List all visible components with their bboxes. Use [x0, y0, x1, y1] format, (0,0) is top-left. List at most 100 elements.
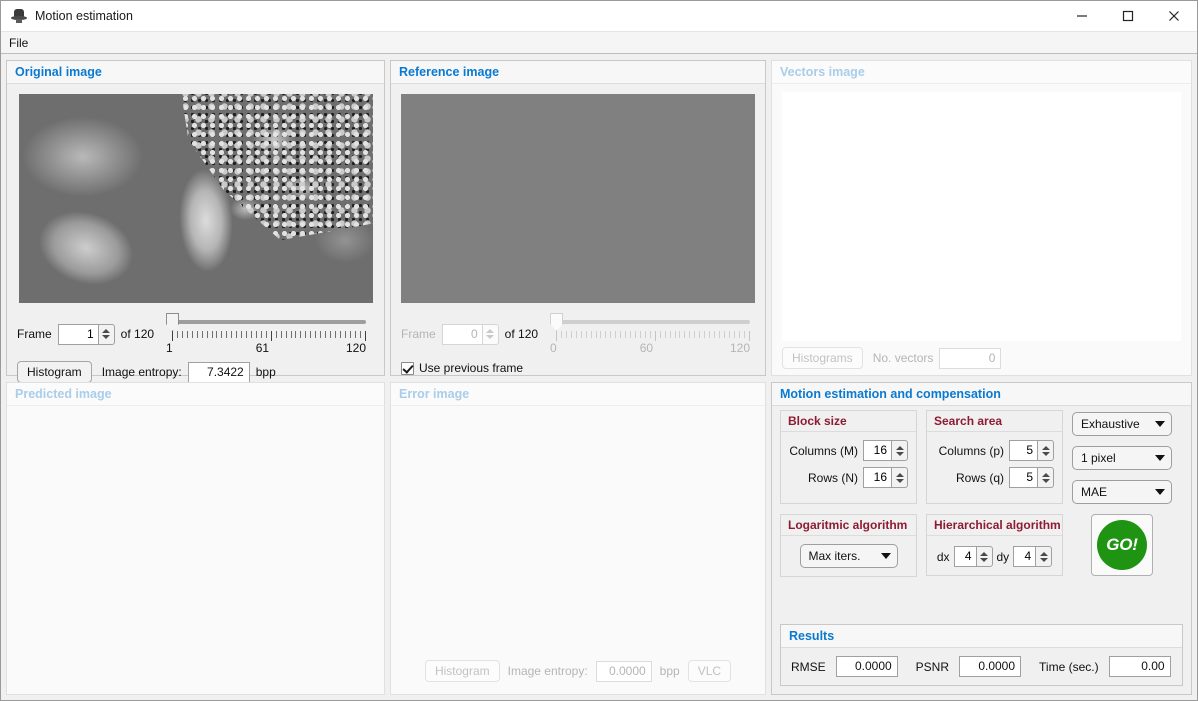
column-left: Original image Frame 1 of 120 1 61 120 H… — [6, 60, 385, 695]
close-icon[interactable] — [1151, 1, 1197, 32]
search-rows-stepper-buttons[interactable] — [1037, 467, 1054, 488]
chevron-down-icon[interactable] — [1041, 478, 1050, 483]
metric-dropdown[interactable]: MAE — [1072, 480, 1172, 504]
slider-thumb[interactable] — [550, 313, 564, 331]
panel-reference-image: Reference image Frame 0 of 120 0 60 120 … — [390, 60, 766, 376]
main-content: Original image Frame 1 of 120 1 61 120 H… — [1, 54, 1197, 700]
error-entropy-units: bpp — [659, 664, 680, 678]
original-frame-stepper[interactable]: 1 — [57, 323, 115, 345]
original-frame-value[interactable]: 1 — [57, 323, 98, 345]
search-columns-stepper-buttons[interactable] — [1037, 440, 1054, 461]
algorithm-dropdown[interactable]: Exhaustive — [1072, 412, 1172, 436]
reference-frame-stepper-buttons[interactable] — [481, 323, 499, 345]
chevron-down-icon[interactable] — [1039, 557, 1048, 562]
search-rows-stepper[interactable]: 5 — [1009, 467, 1054, 488]
maximize-icon[interactable] — [1105, 1, 1151, 32]
chevron-down-icon[interactable] — [102, 335, 111, 339]
chevron-up-icon[interactable] — [1041, 445, 1050, 450]
slider-label-max: 120 — [346, 341, 367, 355]
chevron-up-icon[interactable] — [486, 329, 495, 333]
use-previous-frame-row[interactable]: Use previous frame — [401, 361, 755, 375]
no-vectors-value: 0 — [939, 347, 1002, 369]
chevron-up-icon[interactable] — [1041, 472, 1050, 477]
chevron-down-icon[interactable] — [895, 478, 904, 483]
block-columns-value[interactable]: 16 — [863, 440, 891, 461]
precision-dropdown[interactable]: 1 pixel — [1072, 446, 1172, 470]
metric-dropdown-value: MAE — [1081, 485, 1108, 499]
reference-frame-slider[interactable]: 0 60 120 — [550, 313, 751, 355]
precision-dropdown-value: 1 pixel — [1081, 451, 1116, 465]
rmse-label: RMSE — [791, 659, 826, 674]
chevron-down-icon[interactable] — [1155, 421, 1165, 427]
search-columns-stepper[interactable]: 5 — [1009, 440, 1054, 461]
hierarchical-dx-value[interactable]: 4 — [953, 546, 976, 567]
chevron-down-icon[interactable] — [1155, 489, 1165, 495]
original-histogram-button[interactable]: Histogram — [17, 361, 92, 383]
chevron-down-icon[interactable] — [486, 335, 495, 339]
use-previous-frame-checkbox[interactable] — [401, 361, 414, 375]
block-columns-stepper-buttons[interactable] — [891, 440, 908, 461]
logarithmic-maxiters-dropdown[interactable]: Max iters. — [799, 544, 898, 568]
psnr-value: 0.0000 — [959, 656, 1022, 677]
hierarchical-dy-stepper-buttons[interactable] — [1035, 546, 1053, 567]
error-image-canvas — [401, 414, 755, 660]
go-button[interactable]: GO! — [1091, 514, 1153, 576]
minimize-icon[interactable] — [1059, 1, 1105, 32]
search-rows-value[interactable]: 5 — [1009, 467, 1037, 488]
search-columns-row: Columns (p) 5 — [935, 440, 1054, 461]
time-value: 0.00 — [1108, 656, 1171, 677]
group-logarithmic-algorithm: Logaritmic algorithm Max iters. — [780, 514, 917, 577]
chevron-up-icon[interactable] — [1039, 551, 1048, 556]
chevron-down-icon[interactable] — [980, 557, 988, 562]
reference-frame-value[interactable]: 0 — [441, 323, 482, 345]
block-rows-value[interactable]: 16 — [863, 467, 891, 488]
reference-frame-stepper[interactable]: 0 — [441, 323, 499, 345]
block-rows-stepper[interactable]: 16 — [863, 467, 908, 488]
search-rows-label: Rows (q) — [955, 470, 1004, 485]
chevron-up-icon[interactable] — [895, 445, 904, 450]
group-title-search-area: Search area — [927, 411, 1062, 432]
chevron-up-icon[interactable] — [980, 551, 988, 556]
slider-tick-labels: 0 60 120 — [550, 341, 750, 355]
group-title-logarithmic-algorithm: Logaritmic algorithm — [781, 515, 916, 536]
slider-label-mid: 60 — [639, 341, 654, 355]
error-histogram-button[interactable]: Histogram — [424, 660, 500, 682]
group-search-area: Search area Columns (p) 5 Rows (q) 5 — [926, 410, 1063, 504]
panel-original-image: Original image Frame 1 of 120 1 61 120 H… — [6, 60, 385, 383]
hierarchical-dy-stepper[interactable]: 4 — [1013, 546, 1053, 567]
chevron-down-icon[interactable] — [880, 553, 891, 559]
time-label: Time (sec.) — [1039, 659, 1099, 674]
hierarchical-dx-stepper[interactable]: 4 — [953, 546, 993, 567]
hierarchical-dy-value[interactable]: 4 — [1013, 546, 1036, 567]
chevron-down-icon[interactable] — [1041, 451, 1050, 456]
chevron-down-icon[interactable] — [1155, 455, 1165, 461]
slider-track[interactable] — [172, 320, 367, 324]
panel-error-image: Error image Histogram Image entropy: 0.0… — [390, 382, 766, 695]
title-bar: Motion estimation — [1, 1, 1197, 32]
slider-track[interactable] — [556, 320, 751, 324]
slider-label-mid: 61 — [255, 341, 270, 355]
error-entropy-value: 0.0000 — [595, 660, 652, 682]
original-frame-stepper-buttons[interactable] — [97, 323, 115, 345]
vectors-histograms-button[interactable]: Histograms — [782, 347, 863, 369]
chevron-up-icon[interactable] — [102, 329, 111, 333]
original-frame-slider[interactable]: 1 61 120 — [166, 313, 367, 355]
panel-title-predicted-image: Predicted image — [7, 383, 384, 406]
column-right: Vectors image Histograms No. vectors 0 M… — [771, 60, 1192, 695]
menu-item-file[interactable]: File — [1, 32, 36, 54]
matlab-app-icon — [11, 8, 27, 24]
group-hierarchical-algorithm: Hierarchical algorithm dx 4 dy 4 — [926, 514, 1063, 576]
results-body: RMSE 0.0000 PSNR 0.0000 Time (sec.) 0.00 — [781, 648, 1182, 685]
vectors-image-canvas — [782, 92, 1181, 341]
search-columns-value[interactable]: 5 — [1009, 440, 1037, 461]
slider-thumb[interactable] — [166, 313, 180, 331]
block-columns-stepper[interactable]: 16 — [863, 440, 908, 461]
panel-motion-estimation: Motion estimation and compensation Block… — [771, 382, 1192, 695]
block-rows-stepper-buttons[interactable] — [891, 467, 908, 488]
block-rows-label: Rows (N) — [808, 470, 858, 485]
vlc-button[interactable]: VLC — [687, 660, 732, 682]
hierarchical-dx-stepper-buttons[interactable] — [975, 546, 993, 567]
chevron-up-icon[interactable] — [895, 472, 904, 477]
error-entropy-label: Image entropy: — [507, 664, 588, 678]
chevron-down-icon[interactable] — [895, 451, 904, 456]
